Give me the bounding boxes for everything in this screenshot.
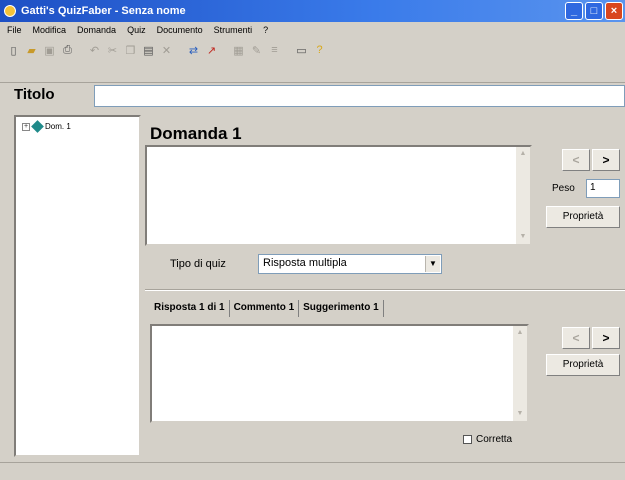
toolbar-separator [78, 43, 84, 58]
window-title: Gatti's QuizFaber - Senza nome [21, 5, 186, 17]
list-icon[interactable]: ≡ [267, 43, 282, 58]
tree-item-question-1[interactable]: + Dom. 1 [22, 120, 71, 133]
quiz-type-select[interactable]: Risposta multipla ▼ [258, 254, 442, 274]
expand-icon[interactable]: + [22, 122, 30, 131]
open-folder-icon[interactable]: ▰ [24, 43, 39, 58]
menu-documento[interactable]: Documento [156, 25, 204, 35]
tab-comment[interactable]: Commento 1 [230, 300, 300, 317]
menu-domanda[interactable]: Domanda [76, 25, 117, 35]
tree-item-label: Dom. 1 [45, 122, 71, 131]
correct-checkbox[interactable] [463, 435, 472, 444]
answer-tabs: Risposta 1 di 1 Commento 1 Suggerimento … [150, 300, 384, 317]
scroll-up-icon[interactable]: ▲ [513, 326, 527, 340]
toolbar-separator [177, 43, 183, 58]
menu-bar: File Modifica Domanda Quiz Documento Str… [0, 22, 625, 38]
insert-icon[interactable]: ⇄ [186, 43, 201, 58]
answer-scrollbar[interactable]: ▲ ▼ [513, 326, 527, 421]
menu-help[interactable]: ? [262, 25, 269, 35]
toolbar-separator [285, 43, 291, 58]
answer-text-area[interactable]: ▲ ▼ [150, 324, 529, 423]
edit-icon[interactable]: ✎ [249, 43, 264, 58]
table-icon[interactable]: ▦ [231, 43, 246, 58]
preview-icon[interactable]: ▭ [294, 43, 309, 58]
question-tree[interactable]: + Dom. 1 [14, 115, 141, 457]
chevron-down-icon[interactable]: ▼ [425, 256, 440, 272]
window-controls: _ □ × [565, 2, 623, 20]
close-button[interactable]: × [605, 2, 623, 20]
menu-strumenti[interactable]: Strumenti [213, 25, 254, 35]
question-scrollbar[interactable]: ▲ ▼ [516, 147, 530, 244]
delete-icon[interactable]: ✕ [159, 43, 174, 58]
question-properties-button[interactable]: Proprietà [546, 206, 620, 228]
link-icon[interactable]: ↗ [204, 43, 219, 58]
menu-file[interactable]: File [6, 25, 23, 35]
question-node-icon [31, 120, 44, 133]
tab-answer[interactable]: Risposta 1 di 1 [150, 300, 230, 317]
answer-properties-button[interactable]: Proprietà [546, 354, 620, 376]
answer-next-button[interactable]: > [592, 327, 620, 349]
minimize-button[interactable]: _ [565, 2, 583, 20]
print-icon[interactable]: ⎙ [60, 43, 75, 58]
section-divider [145, 289, 625, 291]
help-icon[interactable]: ? [312, 43, 327, 58]
question-text-area[interactable]: ▲ ▼ [145, 145, 532, 246]
paste-icon[interactable]: ▤ [141, 43, 156, 58]
cut-icon[interactable]: ✂ [105, 43, 120, 58]
weight-input[interactable]: 1 [586, 179, 620, 198]
scroll-up-icon[interactable]: ▲ [516, 147, 530, 161]
new-doc-icon[interactable]: ▯ [6, 43, 21, 58]
copy-icon[interactable]: ❐ [123, 43, 138, 58]
window-titlebar: Gatti's QuizFaber - Senza nome _ □ × [0, 0, 625, 22]
question-heading: Domanda 1 [150, 124, 242, 143]
scroll-down-icon[interactable]: ▼ [516, 230, 530, 244]
title-label: Titolo [14, 86, 55, 103]
undo-icon[interactable]: ↶ [87, 43, 102, 58]
weight-label: Peso [552, 183, 575, 194]
answer-prev-button[interactable]: < [562, 327, 590, 349]
toolbar: ▯ ▰ ▣ ⎙ ↶ ✂ ❐ ▤ ✕ ⇄ ↗ ▦ ✎ ≡ ▭ ? [0, 39, 625, 61]
app-icon [4, 5, 16, 17]
quiz-type-value: Risposta multipla [263, 257, 347, 269]
menu-quiz[interactable]: Quiz [126, 25, 147, 35]
quiz-type-label: Tipo di quiz [170, 258, 226, 270]
toolbar-separator [222, 43, 228, 58]
question-prev-button[interactable]: < [562, 149, 590, 171]
tab-hint[interactable]: Suggerimento 1 [299, 300, 384, 317]
save-icon[interactable]: ▣ [42, 43, 57, 58]
title-input[interactable] [94, 85, 625, 107]
menu-modifica[interactable]: Modifica [32, 25, 68, 35]
question-next-button[interactable]: > [592, 149, 620, 171]
scroll-down-icon[interactable]: ▼ [513, 407, 527, 421]
correct-label: Corretta [476, 434, 513, 445]
status-bar [0, 462, 625, 480]
correct-checkbox-row[interactable]: Corretta [463, 434, 512, 445]
maximize-button[interactable]: □ [585, 2, 603, 20]
